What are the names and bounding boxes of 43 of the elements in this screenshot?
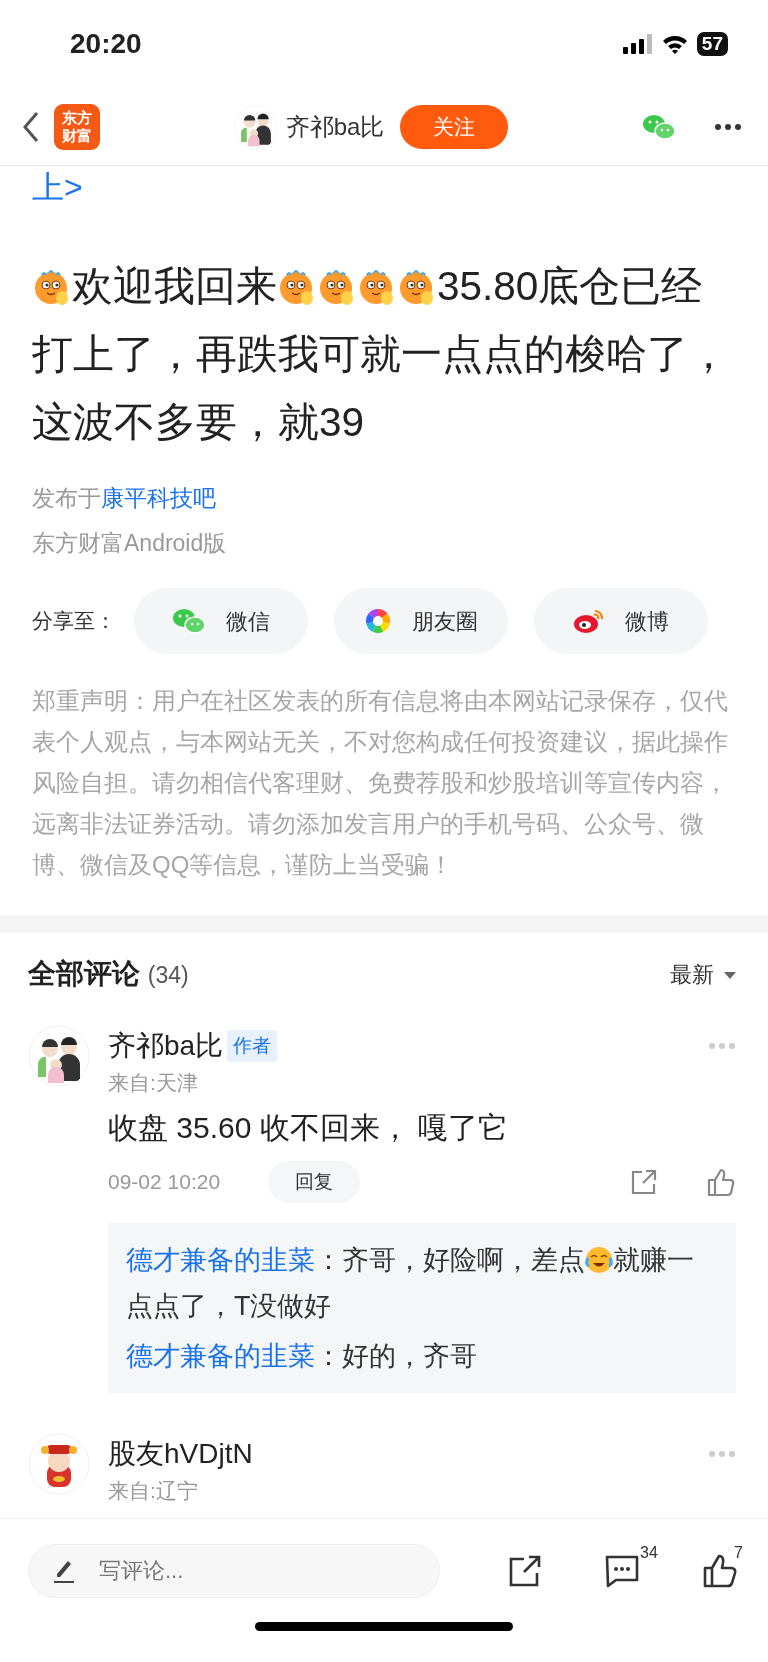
share-button[interactable]: 朋友圈 [334,588,508,654]
forum-link[interactable]: 康平科技吧 [101,485,216,511]
more-icon[interactable] [714,122,742,131]
avatar[interactable] [28,1025,90,1087]
comments-title: 全部评论 (34) [28,957,189,991]
signal-icon [622,34,653,54]
comment-time: 09-02 10:20 [108,1169,222,1196]
reply-text: 德才兼备的韭菜：齐哥，好险啊，差点 就赚一点点了，T没做好 [126,1244,695,1323]
comment-input[interactable]: 写评论... [97,1553,377,1588]
published-in: 发布于康平科技吧 [32,484,217,513]
status-time: 20:20 [70,27,142,61]
wechat-icon [172,607,206,635]
reply-user-link[interactable]: 德才兼备的韭菜 [126,1245,315,1275]
share-button[interactable]: 微博 [534,588,708,654]
link-text[interactable]: 上> [32,172,83,202]
crying-emoji-icon [585,1246,613,1274]
comment-location: 来自:天津 [108,1070,199,1096]
like-count: 7 [734,1542,743,1563]
thumbs-up-icon[interactable] [706,1167,736,1197]
post-text: 欢迎我回来 35.80底仓已经打上了，再跌我可就一点点的梭哈了，这波不多要，就39 [32,262,730,447]
share-icon[interactable] [508,1553,542,1588]
comment-text: 收盘 35.60 收不回来， 嘎了它 [108,1110,510,1146]
post-source: 东方财富Android版 [32,529,228,558]
reply-user-link[interactable]: 德才兼备的韭菜 [126,1341,315,1371]
share-label: 分享至： [32,608,117,635]
reply-text: 德才兼备的韭菜：好的，齐哥 [126,1340,478,1373]
author-badge: 作者 [227,1029,278,1063]
comment-field[interactable]: 写评论... [28,1543,440,1598]
weibo-icon [573,607,605,635]
commenter-name: 股友hVDjtN [108,1437,253,1471]
aperture-icon [364,607,392,635]
comment-count: 34 [640,1542,658,1563]
author-name: 齐祁ba比 [285,111,385,142]
commenter-name: 齐祁ba比 [108,1029,224,1063]
sort-dropdown[interactable]: 最新 [669,957,736,991]
comment-location: 来自:辽宁 [108,1478,199,1504]
battery-level: 57 [696,32,728,56]
reply-button[interactable]: 回复 [268,1161,360,1203]
app-logo: 东方 财富 [54,103,100,150]
back-icon[interactable] [22,110,40,143]
avatar[interactable] [233,104,278,149]
disclaimer-text: 郑重声明：用户在社区发表的所有信息将由本网站记录保存，仅代表个人观点，与本网站无关，不对您构成任何投资建议，据此操作风险自担。请勿相信代客理财、免费荐股和炒股培训等宣传内容，远离非法证券活动。请勿添加发言用户的手机号码、公众号、微博、微信及QQ等信息，谨防上当受骗！ [32,686,729,880]
share-button[interactable]: 微信 [134,588,308,654]
